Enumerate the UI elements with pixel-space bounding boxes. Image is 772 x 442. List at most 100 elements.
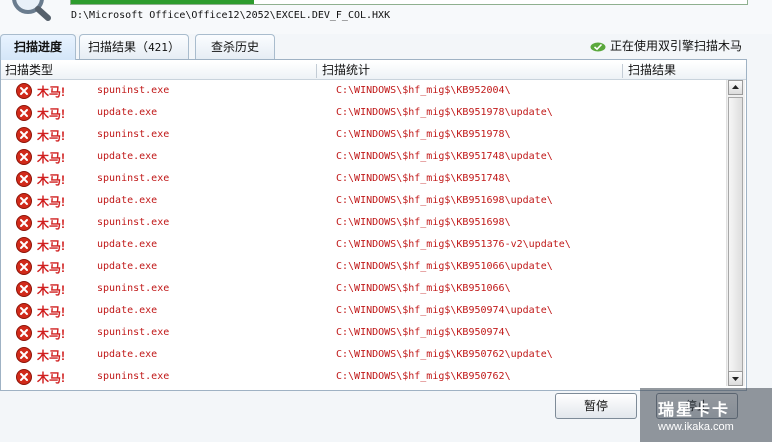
scan-results-table: 扫描类型 扫描统计 扫描结果 木马! spuninst.exe C:\WINDOWS… <box>0 59 747 391</box>
cloud-check-icon <box>590 42 606 52</box>
threat-type: 木马! <box>37 195 65 209</box>
error-x-icon <box>16 325 32 341</box>
error-x-icon <box>16 237 32 253</box>
threat-type: 木马! <box>37 349 65 363</box>
table-row[interactable]: 木马! spuninst.exe C:\WINDOWS\$hf_mig$\KB950… <box>1 322 726 344</box>
process-name: spuninst.exe <box>97 173 170 184</box>
table-row[interactable]: 木马! spuninst.exe C:\WINDOWS\$hf_mig$\KB951… <box>1 124 726 146</box>
process-name: update.exe <box>97 305 158 316</box>
table-row[interactable]: 木马! update.exe C:\WINDOWS\$hf_mig$\KB95106… <box>1 256 726 278</box>
file-path: C:\WINDOWS\$hf_mig$\KB951066\update\ <box>336 261 553 272</box>
scan-progress-fill <box>71 0 254 4</box>
column-header-result[interactable]: 扫描结果 <box>624 62 676 79</box>
table-row[interactable]: 木马! update.exe C:\WINDOWS\$hf_mig$\KB95076… <box>1 344 726 366</box>
engine-status: 正在使用双引擎扫描木马 <box>590 38 742 54</box>
threat-type: 木马! <box>37 107 65 121</box>
error-x-icon <box>16 193 32 209</box>
scroll-up-button[interactable] <box>728 80 743 95</box>
table-row[interactable]: 木马! update.exe C:\WINDOWS\$hf_mig$\KB95174… <box>1 146 726 168</box>
magnifier-icon <box>12 0 51 21</box>
threat-type: 木马! <box>37 129 65 143</box>
scroll-down-button[interactable] <box>728 371 743 386</box>
process-name: spuninst.exe <box>97 129 170 140</box>
file-path: C:\WINDOWS\$hf_mig$\KB951748\update\ <box>336 151 553 162</box>
table-row[interactable]: 木马! update.exe C:\WINDOWS\$hf_mig$\KB95197… <box>1 102 726 124</box>
process-name: update.exe <box>97 195 158 206</box>
watermark-logo: 瑞星卡卡 <box>658 402 731 419</box>
watermark: 瑞星卡卡 www.ikaka.com <box>640 388 772 442</box>
table-row[interactable]: 木马! spuninst.exe C:\WINDOWS\$hf_mig$\KB951… <box>1 278 726 300</box>
error-x-icon <box>16 347 32 363</box>
tab-label: 查杀历史 <box>210 40 259 54</box>
watermark-url: www.ikaka.com <box>658 421 734 433</box>
threat-type: 木马! <box>37 239 65 253</box>
column-divider[interactable] <box>622 64 623 78</box>
file-path: C:\WINDOWS\$hf_mig$\KB951978\update\ <box>336 107 553 118</box>
arrow-down-icon <box>732 377 739 381</box>
threat-type: 木马! <box>37 327 65 341</box>
error-x-icon <box>16 83 32 99</box>
file-path: C:\WINDOWS\$hf_mig$\KB950762\update\ <box>336 349 553 360</box>
scan-header: D:\Microsoft Office\Office12\2052\EXCEL.… <box>0 0 772 34</box>
file-path: C:\WINDOWS\$hf_mig$\KB951698\update\ <box>336 195 553 206</box>
table-row[interactable]: 木马! update.exe C:\WINDOWS\$hf_mig$\KB95169… <box>1 190 726 212</box>
file-path: C:\WINDOWS\$hf_mig$\KB951376-v2\update\ <box>336 239 571 250</box>
table-row[interactable]: 木马! update.exe C:\WINDOWS\$hf_mig$\KB95137… <box>1 234 726 256</box>
table-body: 木马! spuninst.exe C:\WINDOWS\$hf_mig$\KB952… <box>1 80 726 390</box>
process-name: spuninst.exe <box>97 85 170 96</box>
threat-type: 木马! <box>37 173 65 187</box>
table-header: 扫描类型 扫描统计 扫描结果 <box>1 62 746 80</box>
process-name: update.exe <box>97 151 158 162</box>
threat-type: 木马! <box>37 217 65 231</box>
tab-scan-progress[interactable]: 扫描进度 <box>0 34 76 60</box>
file-path: C:\WINDOWS\$hf_mig$\KB951066\ <box>336 283 511 294</box>
column-header-type[interactable]: 扫描类型 <box>1 62 53 79</box>
process-name: update.exe <box>97 107 158 118</box>
process-name: spuninst.exe <box>97 217 170 228</box>
engine-status-text: 正在使用双引擎扫描木马 <box>609 39 742 53</box>
process-name: spuninst.exe <box>97 371 170 382</box>
process-name: spuninst.exe <box>97 327 170 338</box>
error-x-icon <box>16 281 32 297</box>
tab-history[interactable]: 查杀历史 <box>195 34 275 59</box>
table-row[interactable]: 木马! update.exe C:\WINDOWS\$hf_mig$\KB95097… <box>1 300 726 322</box>
error-x-icon <box>16 105 32 121</box>
error-x-icon <box>16 259 32 275</box>
tab-scan-results[interactable]: 扫描结果（421） <box>79 34 189 59</box>
error-x-icon <box>16 171 32 187</box>
threat-type: 木马! <box>37 371 65 385</box>
file-path: C:\WINDOWS\$hf_mig$\KB950762\ <box>336 371 511 382</box>
file-path: C:\WINDOWS\$hf_mig$\KB951978\ <box>336 129 511 140</box>
table-row[interactable]: 木马! spuninst.exe C:\WINDOWS\$hf_mig$\KB951… <box>1 168 726 190</box>
results-count: 421 <box>148 41 168 54</box>
tab-label: 扫描进度 <box>13 40 62 54</box>
error-x-icon <box>16 127 32 143</box>
process-name: update.exe <box>97 261 158 272</box>
threat-type: 木马! <box>37 305 65 319</box>
arrow-up-icon <box>732 85 739 89</box>
file-path: C:\WINDOWS\$hf_mig$\KB952004\ <box>336 85 511 96</box>
error-x-icon <box>16 215 32 231</box>
scan-progress-bar <box>70 0 748 5</box>
process-name: update.exe <box>97 349 158 360</box>
file-path: C:\WINDOWS\$hf_mig$\KB951748\ <box>336 173 511 184</box>
process-name: update.exe <box>97 239 158 250</box>
threat-type: 木马! <box>37 151 65 165</box>
scrollbar-thumb[interactable] <box>728 97 743 382</box>
process-name: spuninst.exe <box>97 283 170 294</box>
vertical-scrollbar[interactable] <box>726 80 745 386</box>
tab-bar: 扫描进度 扫描结果（421） 查杀历史 正在使用双引擎扫描木马 <box>0 34 772 60</box>
error-x-icon <box>16 369 32 385</box>
table-row[interactable]: 木马! spuninst.exe C:\WINDOWS\$hf_mig$\KB951… <box>1 212 726 234</box>
file-path: C:\WINDOWS\$hf_mig$\KB950974\update\ <box>336 305 553 316</box>
pause-button[interactable]: 暂停 <box>555 393 637 419</box>
tab-label-suffix: ） <box>167 40 180 54</box>
error-x-icon <box>16 303 32 319</box>
column-header-stats[interactable]: 扫描统计 <box>318 62 370 79</box>
column-divider[interactable] <box>316 64 317 78</box>
current-scan-file: D:\Microsoft Office\Office12\2052\EXCEL.… <box>71 10 391 21</box>
threat-type: 木马! <box>37 85 65 99</box>
table-row[interactable]: 木马! spuninst.exe C:\WINDOWS\$hf_mig$\KB952… <box>1 80 726 102</box>
table-row[interactable]: 木马! spuninst.exe C:\WINDOWS\$hf_mig$\KB950… <box>1 366 726 388</box>
file-path: C:\WINDOWS\$hf_mig$\KB951698\ <box>336 217 511 228</box>
